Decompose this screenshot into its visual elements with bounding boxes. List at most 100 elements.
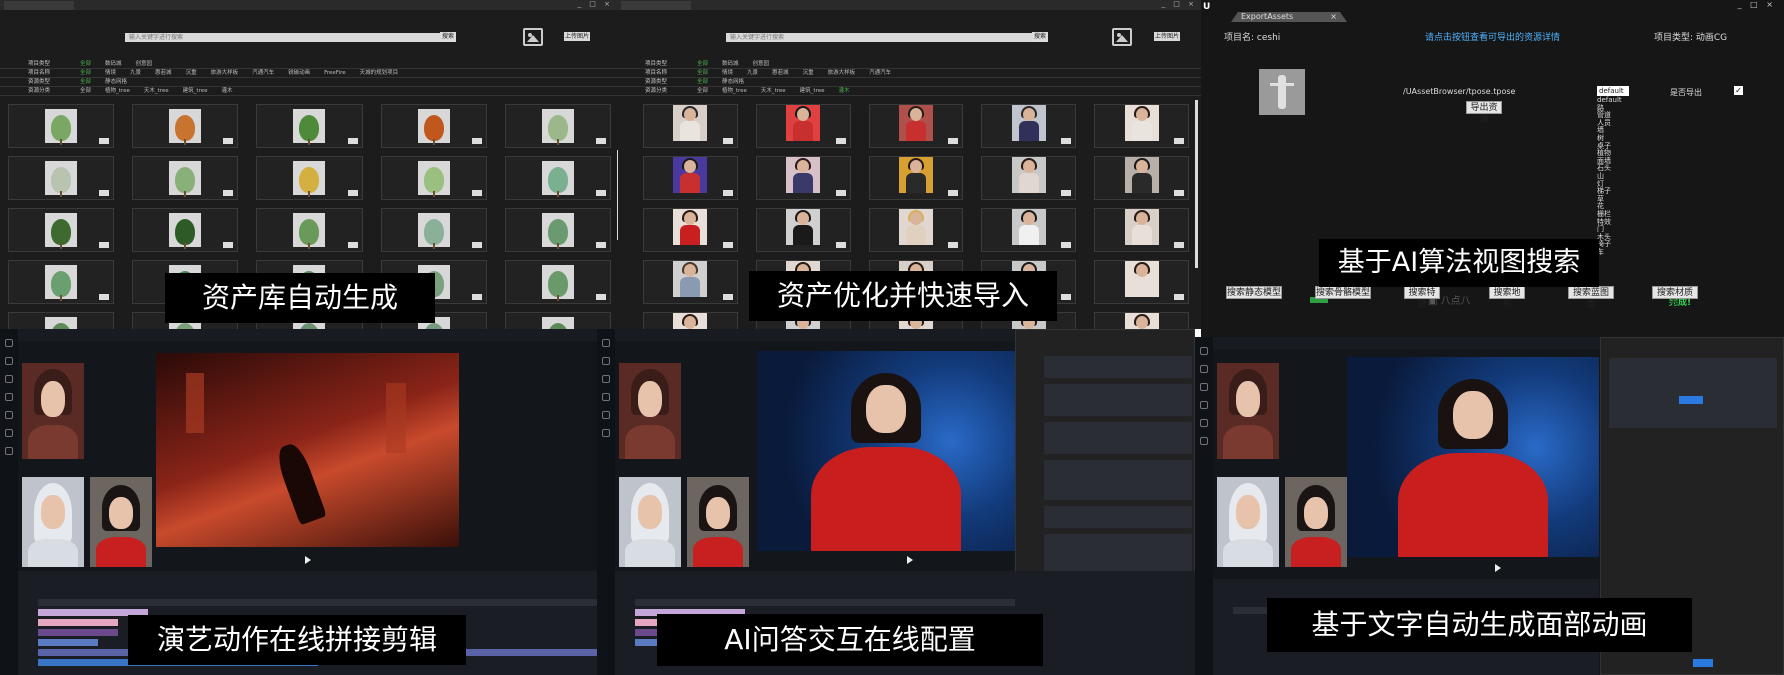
asset-card[interactable] bbox=[256, 208, 363, 252]
search-blueprint-button[interactable]: 搜索蓝图类 bbox=[1568, 286, 1614, 310]
qa-field[interactable] bbox=[1044, 422, 1192, 454]
filter-option[interactable]: 全部 bbox=[80, 70, 91, 76]
category-dropdown[interactable]: default ▾ bbox=[1597, 86, 1629, 105]
download-button[interactable] bbox=[835, 190, 846, 196]
download-button[interactable] bbox=[948, 190, 959, 196]
download-button[interactable] bbox=[1174, 138, 1184, 144]
play-icon[interactable] bbox=[907, 556, 913, 564]
download-button[interactable] bbox=[835, 242, 846, 248]
download-button[interactable] bbox=[595, 294, 606, 300]
filter-option[interactable]: 惠若城 bbox=[155, 70, 172, 76]
menu-icon[interactable] bbox=[5, 375, 13, 383]
asset-card[interactable] bbox=[868, 156, 964, 200]
filter-option[interactable]: 全部 bbox=[697, 70, 708, 76]
asset-card[interactable] bbox=[755, 156, 851, 200]
menu-icon[interactable] bbox=[602, 339, 610, 347]
download-button[interactable] bbox=[223, 138, 234, 144]
asset-card[interactable] bbox=[8, 104, 115, 148]
filter-option[interactable]: 全部 bbox=[80, 61, 91, 67]
menu-icon[interactable] bbox=[602, 357, 610, 365]
search-terrain-button[interactable]: 搜索地形 bbox=[1489, 286, 1525, 310]
filter-option[interactable]: 建筑_tree bbox=[183, 88, 208, 94]
avatar-card[interactable] bbox=[90, 477, 152, 567]
download-button[interactable] bbox=[347, 190, 358, 196]
character-preview[interactable] bbox=[619, 363, 681, 459]
avatar-card[interactable] bbox=[619, 477, 681, 567]
download-button[interactable] bbox=[722, 138, 733, 144]
filter-option[interactable]: 锐碳动画 bbox=[288, 70, 310, 76]
avatar-card[interactable] bbox=[1285, 477, 1347, 567]
menu-icon[interactable] bbox=[1200, 419, 1208, 427]
filter-option[interactable]: 全部 bbox=[80, 88, 91, 94]
play-icon[interactable] bbox=[305, 556, 311, 564]
asset-card[interactable] bbox=[380, 208, 487, 252]
download-button[interactable] bbox=[1174, 190, 1184, 196]
asset-card[interactable] bbox=[1094, 208, 1189, 252]
filter-option[interactable]: 全部 bbox=[697, 61, 708, 67]
search-button[interactable]: 搜索 bbox=[1032, 32, 1048, 42]
download-button[interactable] bbox=[471, 242, 482, 248]
asset-card[interactable] bbox=[868, 208, 964, 252]
asset-card[interactable] bbox=[8, 208, 115, 252]
asset-card[interactable] bbox=[132, 104, 239, 148]
filter-option[interactable]: 创意园 bbox=[136, 61, 153, 67]
menu-icon[interactable] bbox=[1200, 383, 1208, 391]
avatar-card[interactable] bbox=[22, 477, 84, 567]
confirm-button[interactable] bbox=[1693, 659, 1713, 667]
asset-card[interactable] bbox=[643, 312, 738, 329]
menu-icon[interactable] bbox=[5, 357, 13, 365]
filter-option[interactable]: FreeFire bbox=[324, 70, 346, 76]
download-button[interactable] bbox=[595, 138, 606, 144]
window-tab[interactable] bbox=[621, 1, 691, 10]
scrollbar[interactable] bbox=[1195, 100, 1198, 268]
filter-option[interactable]: 灌木 bbox=[222, 88, 233, 94]
asset-card[interactable] bbox=[504, 104, 611, 148]
upload-image-button[interactable]: 上传图片 bbox=[1154, 32, 1180, 41]
download-button[interactable] bbox=[1061, 242, 1072, 248]
window-controls[interactable]: _ □ × bbox=[1162, 0, 1197, 8]
asset-card[interactable] bbox=[755, 208, 851, 252]
asset-card[interactable] bbox=[504, 156, 611, 200]
asset-card[interactable] bbox=[981, 104, 1077, 148]
window-controls[interactable]: _ □ × bbox=[578, 0, 613, 8]
text-input-area[interactable] bbox=[1609, 358, 1777, 428]
upload-image-button[interactable]: 上传图片 bbox=[564, 32, 590, 41]
menu-icon[interactable] bbox=[5, 393, 13, 401]
asset-card[interactable] bbox=[643, 260, 738, 304]
filter-option[interactable]: 旅游大样板 bbox=[211, 70, 239, 76]
asset-card[interactable] bbox=[643, 208, 738, 252]
asset-card[interactable] bbox=[868, 104, 964, 148]
avatar-card[interactable] bbox=[1217, 477, 1279, 567]
download-button[interactable] bbox=[948, 242, 959, 248]
filter-option[interactable]: 数码城 bbox=[722, 61, 739, 67]
download-button[interactable] bbox=[471, 190, 482, 196]
filter-option[interactable]: 全部 bbox=[697, 88, 708, 94]
asset-card[interactable] bbox=[256, 156, 363, 200]
download-button[interactable] bbox=[471, 294, 482, 300]
menu-icon[interactable] bbox=[1200, 365, 1208, 373]
download-button[interactable] bbox=[1174, 294, 1184, 300]
asset-card[interactable] bbox=[643, 104, 738, 148]
download-button[interactable] bbox=[99, 190, 110, 196]
avatar-card[interactable] bbox=[687, 477, 749, 567]
export-checkbox[interactable]: ✓ bbox=[1734, 86, 1743, 95]
download-button[interactable] bbox=[99, 294, 110, 300]
filter-option[interactable]: 旅游大样板 bbox=[828, 70, 856, 76]
menu-icon[interactable] bbox=[1200, 347, 1208, 355]
asset-card[interactable] bbox=[132, 156, 239, 200]
download-button[interactable] bbox=[223, 190, 234, 196]
filter-option[interactable]: 情境 bbox=[105, 70, 116, 76]
generate-button[interactable] bbox=[1679, 396, 1703, 404]
download-button[interactable] bbox=[1061, 190, 1072, 196]
filter-option[interactable]: 汽通汽车 bbox=[869, 70, 891, 76]
character-preview[interactable] bbox=[1217, 363, 1279, 459]
filter-option[interactable]: 九景 bbox=[747, 70, 758, 76]
download-button[interactable] bbox=[223, 242, 234, 248]
filter-option[interactable]: 沉重 bbox=[803, 70, 814, 76]
download-button[interactable] bbox=[595, 190, 606, 196]
filter-option[interactable]: 静态网格 bbox=[722, 79, 744, 85]
filter-option[interactable]: 情境 bbox=[722, 70, 733, 76]
download-button[interactable] bbox=[1174, 242, 1184, 248]
filter-option[interactable]: 汽通汽车 bbox=[252, 70, 274, 76]
image-search-icon[interactable] bbox=[523, 28, 543, 46]
